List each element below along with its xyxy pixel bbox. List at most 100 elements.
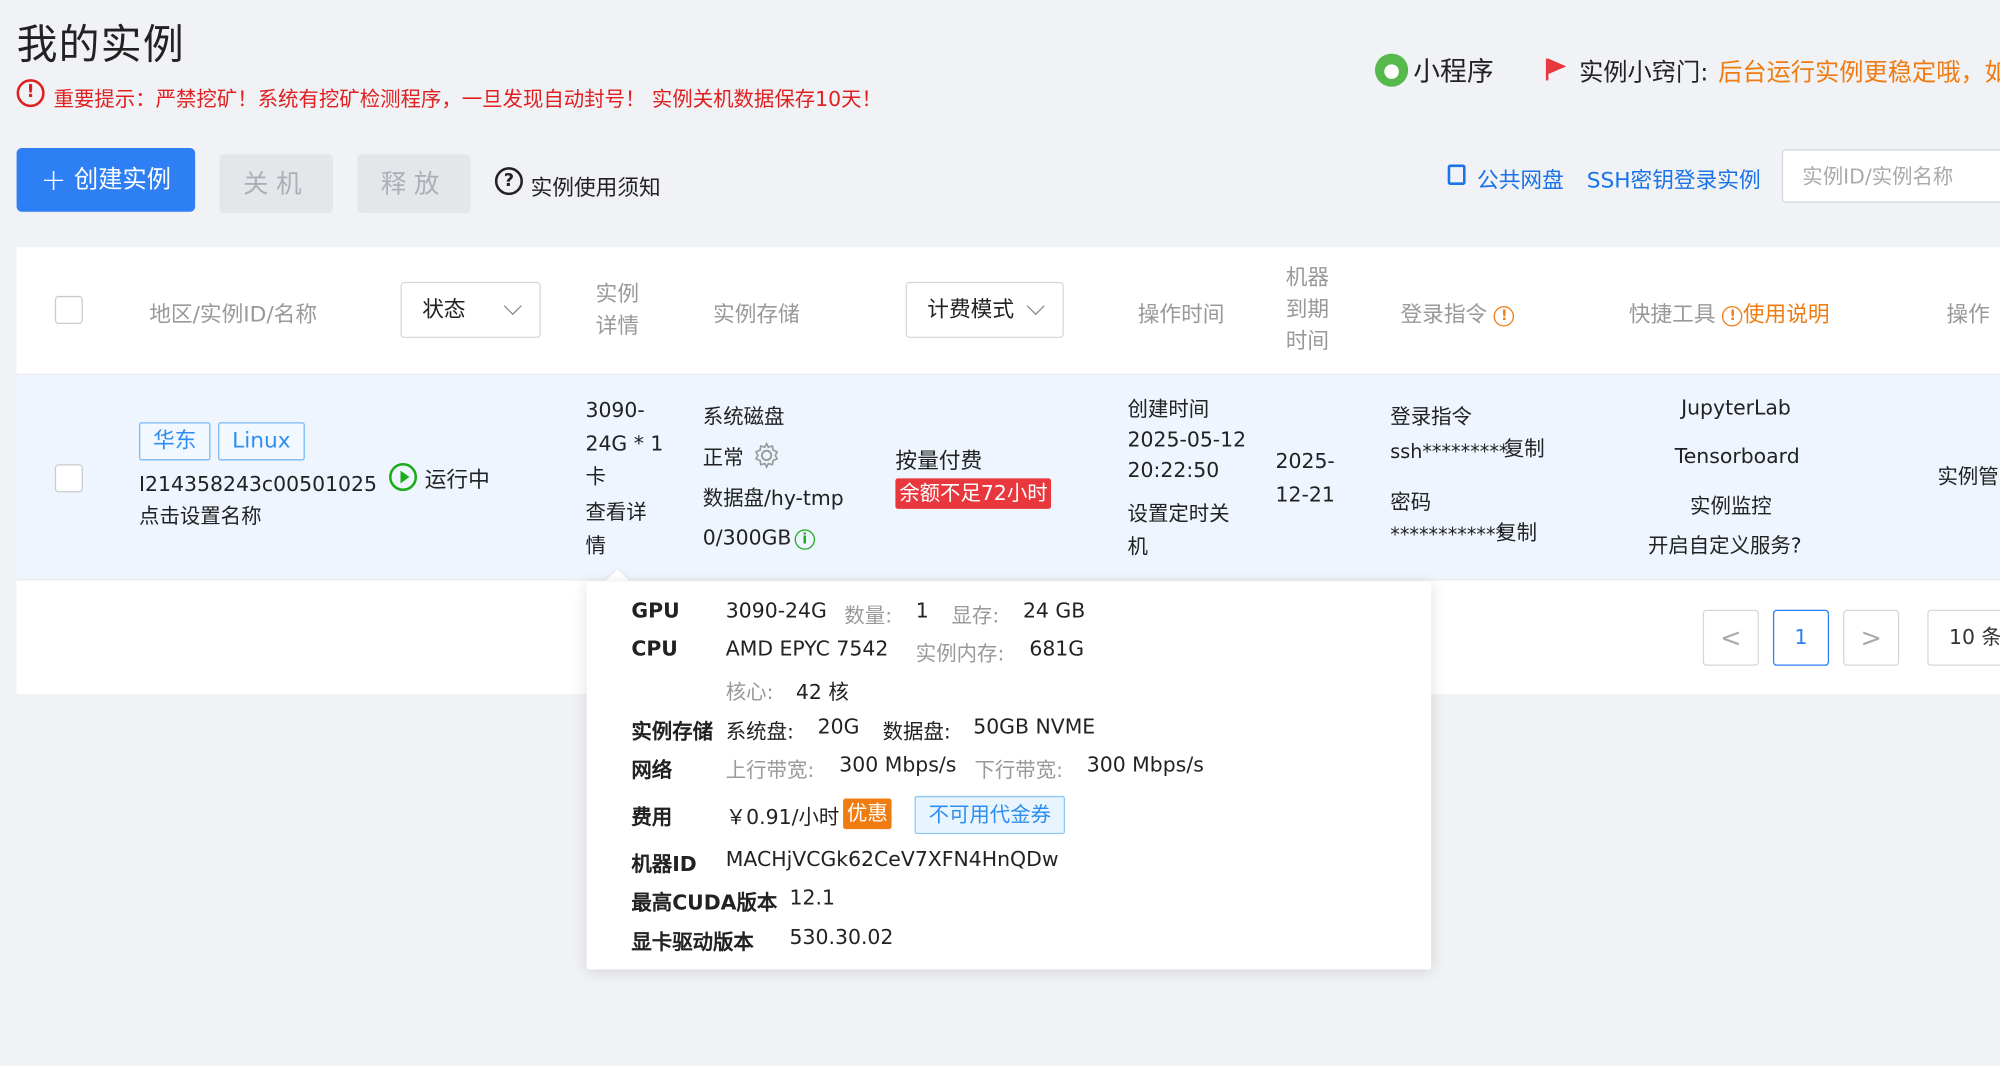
th-tools: 快捷工具 ! 使用说明 xyxy=(1629,296,1830,328)
create-instance-button[interactable]: + 创建实例 xyxy=(16,147,196,212)
uplink-value: 300 Mbps/s xyxy=(839,752,957,777)
os-tag: Linux xyxy=(218,422,305,461)
sys-disk-value: 20G xyxy=(817,714,860,739)
coupon-badge: 不可用代金券 xyxy=(914,795,1066,835)
login-cmd-value: ssh********* xyxy=(1390,440,1509,464)
warning-text: 重要提示：严禁挖矿！系统有挖矿检测程序，一旦发现自动封号！ 实例关机数据保存10… xyxy=(53,86,882,111)
gpu-key: GPU xyxy=(631,598,680,623)
th-detail-line1: 实例 xyxy=(595,281,640,308)
th-storage: 实例存储 xyxy=(713,302,800,328)
copy-password-button[interactable]: 复制 xyxy=(1496,517,1537,550)
jupyterlab-link[interactable]: JupyterLab xyxy=(1681,392,1791,425)
th-expire-line1: 机器 xyxy=(1285,265,1330,291)
page-title: 我的实例 xyxy=(16,20,185,69)
tips-label: 实例小窍门: xyxy=(1579,58,1709,87)
login-cmd-label: 登录指令 xyxy=(1390,404,1472,429)
sys-disk-label: 系统磁盘 xyxy=(702,404,785,429)
created-clock: 20:22:50 xyxy=(1127,457,1220,483)
select-all-checkbox[interactable] xyxy=(54,295,83,324)
gpu-summary: 3090- 24G * 1 卡 xyxy=(585,394,663,493)
qty-label: 数量: xyxy=(844,603,893,628)
data-disk-label: 数据盘/hy-tmp xyxy=(702,485,844,511)
set-name-link[interactable]: 点击设置名称 xyxy=(139,500,261,533)
mem-value: 681G xyxy=(1029,636,1085,661)
mem-label: 实例内存: xyxy=(915,641,1005,666)
instance-manage-link[interactable]: 实例管 xyxy=(1937,460,1998,493)
mini-program-link[interactable]: 小程序 xyxy=(1413,51,1493,89)
driver-value: 530.30.02 xyxy=(789,924,894,949)
usage-guide-link[interactable]: 使用说明 xyxy=(1743,302,1830,328)
th-expire-line3: 时间 xyxy=(1285,329,1330,355)
machine-id-value: MACHjVCGk62CeV7XFN4HnQDw xyxy=(725,846,1059,872)
shutdown-button[interactable]: 关机 xyxy=(219,154,333,214)
custom-service-link[interactable]: 开启自定义服务? xyxy=(1648,529,1802,562)
qty-value: 1 xyxy=(915,598,929,623)
tips-text[interactable]: 后台运行实例更稳定哦，如 xyxy=(1718,54,2000,88)
play-icon xyxy=(389,463,418,492)
row-checkbox[interactable] xyxy=(54,464,83,493)
balance-warning-badge: 余额不足72小时 xyxy=(895,478,1052,509)
release-button[interactable]: 释放 xyxy=(357,154,471,214)
cuda-value: 12.1 xyxy=(789,885,835,910)
search-input[interactable] xyxy=(1781,149,2000,203)
status-filter[interactable]: 状态 xyxy=(400,281,541,339)
usage-notice-link[interactable]: 实例使用须知 xyxy=(531,170,661,202)
gpu-summary-line1: 3090- xyxy=(585,397,645,423)
mini-program-icon[interactable]: ● xyxy=(1374,53,1409,87)
view-detail-link[interactable]: 查看详 情 xyxy=(585,496,646,562)
disk-icon xyxy=(1447,164,1466,185)
discount-badge: 优惠 xyxy=(843,798,892,830)
expire-time: 2025- 12-21 xyxy=(1276,445,1335,511)
status-text: 运行中 xyxy=(424,468,490,494)
cores-label: 核心: xyxy=(725,679,774,705)
billing-filter[interactable]: 计费模式 xyxy=(905,281,1064,339)
instance-monitor-link[interactable]: 实例监控 xyxy=(1690,490,1772,523)
page-size-select[interactable]: 10 条 xyxy=(1927,609,2000,666)
info-icon[interactable]: i xyxy=(794,529,816,550)
th-detail: 实例 详情 xyxy=(596,279,639,343)
th-actions: 操作 xyxy=(1946,302,1990,328)
billing-mode: 按量付费 xyxy=(895,448,983,475)
cpu-key: CPU xyxy=(631,636,678,661)
created-label: 创建时间 xyxy=(1127,396,1210,421)
gpu-model: 3090-24G xyxy=(725,598,827,623)
instance-id: I214358243c00501025 xyxy=(139,471,378,497)
schedule-line1: 设置定时关 xyxy=(1127,501,1230,526)
copy-login-button[interactable]: 复制 xyxy=(1504,432,1545,465)
network-key: 网络 xyxy=(631,757,673,782)
viewport: 我的实例 ! 重要提示：严禁挖矿！系统有挖矿检测程序，一旦发现自动封号！ 实例关… xyxy=(0,0,2000,1066)
gear-icon[interactable] xyxy=(753,441,781,469)
flag-icon xyxy=(1545,58,1567,81)
create-instance-label: 创建实例 xyxy=(74,165,171,194)
fee-key: 费用 xyxy=(631,804,673,830)
ssh-login-link[interactable]: SSH密钥登录实例 xyxy=(1587,162,1761,194)
sys-disk-key: 系统盘: xyxy=(725,719,794,744)
th-login: 登录指令 ! xyxy=(1400,296,1515,328)
cuda-key: 最高CUDA版本 xyxy=(631,890,778,915)
prev-page-button[interactable]: < xyxy=(1702,609,1759,666)
page: 我的实例 ! 重要提示：严禁挖矿！系统有挖矿检测程序，一旦发现自动封号！ 实例关… xyxy=(0,0,2000,1066)
data-disk-key: 数据盘: xyxy=(882,719,951,744)
data-disk-usage: 0/300GB xyxy=(702,525,792,550)
sys-disk-status: 正常 xyxy=(702,445,744,470)
chevron-down-icon xyxy=(1026,297,1045,316)
next-page-button[interactable]: > xyxy=(1843,609,1900,666)
fee-value: ￥0.91/小时 xyxy=(725,804,840,830)
cores-value: 42 核 xyxy=(795,679,849,705)
info-icon[interactable]: ! xyxy=(1494,306,1515,327)
billing-filter-label: 计费模式 xyxy=(927,297,1015,323)
th-region: 地区/实例ID/名称 xyxy=(149,302,318,328)
question-icon[interactable]: ? xyxy=(494,167,523,196)
uplink-label: 上行带宽: xyxy=(725,757,815,782)
status-filter-label: 状态 xyxy=(422,297,466,323)
th-login-label: 登录指令 xyxy=(1400,302,1488,328)
info-icon: ! xyxy=(1722,306,1743,327)
tensorboard-link[interactable]: Tensorboard xyxy=(1675,440,1800,473)
schedule-shutdown-link[interactable]: 设置定时关 机 xyxy=(1128,497,1230,563)
th-tools-label: 快捷工具 xyxy=(1628,302,1716,328)
public-disk-link[interactable]: 公共网盘 xyxy=(1477,162,1564,194)
password-value: ************ xyxy=(1390,522,1506,546)
downlink-value: 300 Mbps/s xyxy=(1086,752,1204,777)
expire-line1: 2025- xyxy=(1275,448,1335,474)
page-1-button[interactable]: 1 xyxy=(1772,609,1830,666)
